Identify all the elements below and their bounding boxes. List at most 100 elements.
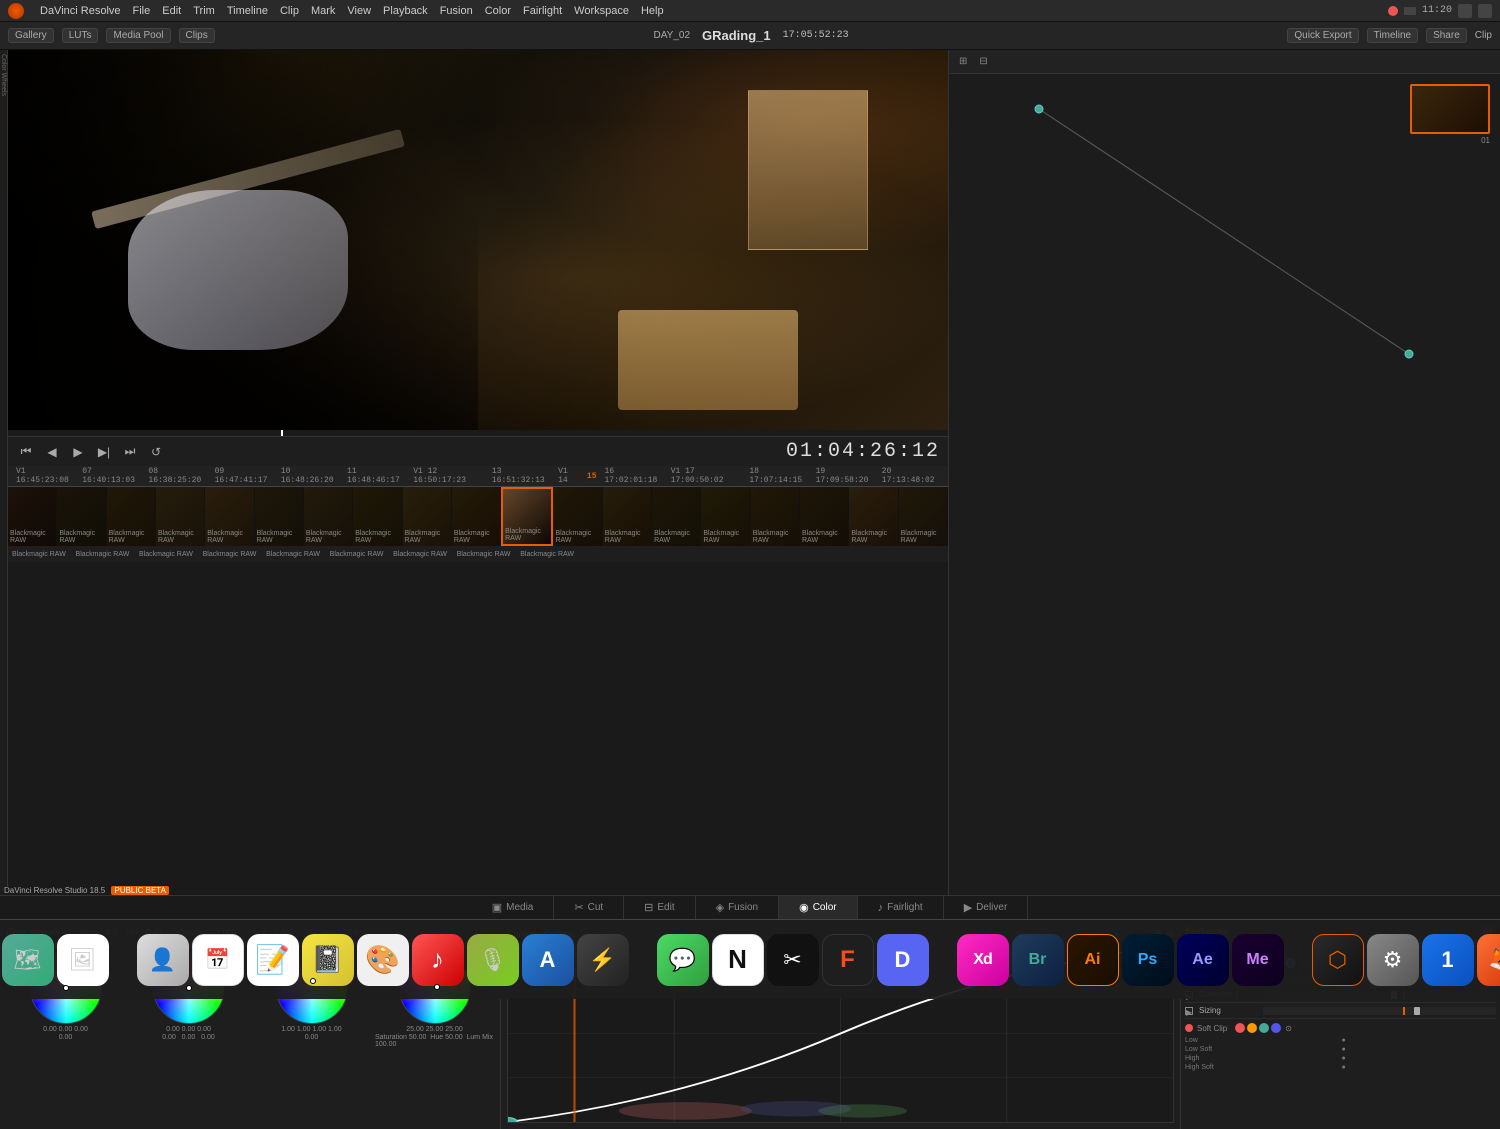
tab-fusion[interactable]: ◈ Fusion [696,896,779,919]
soft-clip-b [1271,1023,1281,1033]
reminders-app[interactable]: 📝 [247,934,299,986]
xd-app[interactable]: Xd [957,934,1009,986]
clip-19[interactable]: Blackmagic RAW [899,487,948,546]
clip-8-label: Blackmagic RAW [355,530,401,544]
share-button[interactable]: Share [1426,28,1467,43]
menu-color[interactable]: Color [485,5,511,17]
ruler-mark-8: V1 14 [554,467,583,485]
prev-frame-button[interactable]: ◀ [42,442,62,462]
clip-13[interactable]: Blackmagic RAW [603,487,652,546]
clip-7[interactable]: Blackmagic RAW [304,487,353,546]
contacts-app[interactable]: 👤 [137,934,189,986]
menu-timeline[interactable]: Timeline [227,5,268,17]
photos-app[interactable]: 🖼 [57,934,109,986]
figma-app[interactable]: F [822,934,874,986]
clip-1[interactable]: Blackmagic RAW [8,487,57,546]
clip-2[interactable]: Blackmagic RAW [57,487,106,546]
node-tool-2[interactable]: ⊟ [975,54,991,69]
clip-11-active[interactable]: Blackmagic RAW [501,487,553,546]
menu-trim[interactable]: Trim [193,5,215,17]
messages-icon: 💬 [669,947,696,973]
bridge-app[interactable]: Br [1012,934,1064,986]
clip-17[interactable]: Blackmagic RAW [800,487,849,546]
xd-icon: Xd [973,951,991,969]
menu-view[interactable]: View [347,5,371,17]
media-pool-button[interactable]: Media Pool [106,28,170,43]
clip-16[interactable]: Blackmagic RAW [751,487,800,546]
clip-8[interactable]: Blackmagic RAW [353,487,402,546]
ruler-mark-10: V1 17 17:00:50:02 [667,467,746,485]
menu-fusion[interactable]: Fusion [440,5,473,17]
clip-4[interactable]: Blackmagic RAW [156,487,205,546]
timeline-button[interactable]: Timeline [1367,28,1418,43]
menu-davinci[interactable]: DaVinci Resolve [40,5,121,17]
clip-15-label: Blackmagic RAW [703,530,749,544]
skip-start-button[interactable]: ⏮ [16,442,36,462]
clip-3[interactable]: Blackmagic RAW [107,487,156,546]
menu-file[interactable]: File [133,5,151,17]
clip-14[interactable]: Blackmagic RAW [652,487,701,546]
clip-18[interactable]: Blackmagic RAW [849,487,898,546]
illustrator-app[interactable]: Ai [1067,934,1119,986]
podcasts-app[interactable]: 🎙 [467,934,519,986]
menu-playback[interactable]: Playback [383,5,428,17]
notes-app[interactable]: 📓 [302,934,354,986]
version-text: DaVinci Resolve Studio 18.5 [4,886,105,895]
menu-edit[interactable]: Edit [162,5,181,17]
notion-app[interactable]: N [712,934,764,986]
soft-clip-toggle[interactable]: ⊙ [1285,1024,1292,1033]
clip-9[interactable]: Blackmagic RAW [403,487,452,546]
tab-deliver[interactable]: ▶ Deliver [944,896,1029,919]
bridge-icon: Br [1029,951,1047,969]
menu-workspace[interactable]: Workspace [574,5,629,17]
scrub-bar[interactable] [8,430,948,436]
gallery-button[interactable]: Gallery [8,28,54,43]
system-time: 11:20 [1422,5,1452,16]
tab-edit[interactable]: ⊟ Edit [624,896,695,919]
battery-icon [1478,4,1492,18]
messages-app[interactable]: 💬 [657,934,709,986]
quick-export-button[interactable]: Quick Export [1287,28,1358,43]
media-encoder-app[interactable]: Me [1232,934,1284,986]
music-app[interactable]: ♪ [412,934,464,986]
skip-end-button[interactable]: ⏭ [120,442,140,462]
capcut-app[interactable]: ✂ [767,934,819,986]
menu-help[interactable]: Help [641,5,664,17]
menu-mark[interactable]: Mark [311,5,335,17]
soft-clip-section: Soft Clip ⊙ Low ● Low Soft ● High ● High… [1185,1023,1496,1071]
menu-fairlight[interactable]: Fairlight [523,5,562,17]
clips-button[interactable]: Clips [179,28,215,43]
calendar-app[interactable]: 📅 [192,934,244,986]
discord-app[interactable]: D [877,934,929,986]
system-prefs-app[interactable]: ⚙ [1367,934,1419,986]
tab-media[interactable]: ▣ Media [472,896,555,919]
ae-app[interactable]: Ae [1177,934,1229,986]
clip-15[interactable]: Blackmagic RAW [701,487,750,546]
next-frame-button[interactable]: ▶| [94,442,114,462]
tab-fairlight[interactable]: ♪ Fairlight [858,896,944,919]
menu-clip[interactable]: Clip [280,5,299,17]
clip-5[interactable]: Blackmagic RAW [205,487,254,546]
play-button[interactable]: ▶ [68,442,88,462]
node-thumbnail[interactable] [1410,84,1490,134]
one-password-app[interactable]: 1 [1422,934,1474,986]
freeform-app[interactable]: 🎨 [357,934,409,986]
tab-cut[interactable]: ✂ Cut [554,896,624,919]
loop-button[interactable]: ↺ [146,442,166,462]
photoshop-app[interactable]: Ps [1122,934,1174,986]
tab-color-label: Color [813,902,837,913]
davinci-app[interactable]: ⬡ [1312,934,1364,986]
tab-color[interactable]: ◉ Color [779,896,858,919]
status-icon-1 [1388,6,1398,16]
luts-button[interactable]: LUTs [62,28,99,43]
node-tool-1[interactable]: ⊞ [955,54,971,69]
clip-2-label: Blackmagic RAW [59,530,105,544]
clip-12[interactable]: Blackmagic RAW [553,487,602,546]
clip-6[interactable]: Blackmagic RAW [255,487,304,546]
clip-10[interactable]: Blackmagic RAW [452,487,501,546]
appstore-app[interactable]: A [522,934,574,986]
shortcuts-app[interactable]: ⚡ [577,934,629,986]
sizing-expand[interactable]: ▶ [1185,1007,1193,1015]
maps-app[interactable]: 🗺 [2,934,54,986]
firefox-app[interactable]: 🦊 [1477,934,1500,986]
